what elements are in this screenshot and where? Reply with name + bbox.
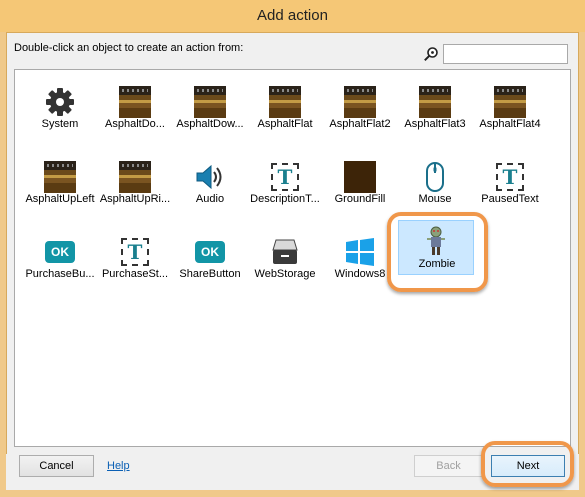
back-button: Back xyxy=(414,455,483,477)
asphalt-tile-icon xyxy=(44,161,76,193)
ground-fill-icon xyxy=(344,161,376,193)
storage-icon xyxy=(269,236,301,268)
object-tile-ground-fill[interactable]: GroundFill xyxy=(322,153,398,227)
object-label: AsphaltDo... xyxy=(105,118,165,130)
object-label: PurchaseSt... xyxy=(101,268,169,280)
object-tile-purchase-status[interactable]: T PurchaseSt... xyxy=(97,228,173,302)
object-label: Audio xyxy=(195,193,225,205)
gear-icon xyxy=(44,86,76,118)
object-label: AsphaltFlat2 xyxy=(329,118,391,130)
object-label: System xyxy=(41,118,79,130)
object-tile-system[interactable]: System xyxy=(22,78,98,152)
search-icon[interactable] xyxy=(423,46,439,62)
object-label: AsphaltFlat xyxy=(257,118,313,130)
asphalt-tile-icon xyxy=(419,86,451,118)
object-label: AsphaltDow... xyxy=(176,118,244,130)
speaker-icon xyxy=(194,161,226,193)
object-tile-description-text[interactable]: T DescriptionT... xyxy=(247,153,323,227)
object-tile-web-storage[interactable]: WebStorage xyxy=(247,228,323,302)
object-label: AsphaltUpRi... xyxy=(99,193,171,205)
windows-logo-icon xyxy=(344,236,376,268)
help-link[interactable]: Help xyxy=(107,460,130,472)
object-label: DescriptionT... xyxy=(250,193,320,205)
object-tile-asphalt-down-2[interactable]: AsphaltDow... xyxy=(172,78,248,152)
object-tile-asphalt-flat4[interactable]: AsphaltFlat4 xyxy=(472,78,548,152)
text-object-icon: T xyxy=(269,161,301,193)
asphalt-tile-icon xyxy=(194,86,226,118)
object-tile-asphalt-flat[interactable]: AsphaltFlat xyxy=(247,78,323,152)
object-tile-asphalt-down[interactable]: AsphaltDo... xyxy=(97,78,173,152)
object-tile-asphalt-up-left[interactable]: AsphaltUpLeft xyxy=(22,153,98,227)
object-label: AsphaltFlat3 xyxy=(404,118,466,130)
object-tile-asphalt-flat2[interactable]: AsphaltFlat2 xyxy=(322,78,398,152)
window-title-bar: Add action xyxy=(0,0,585,32)
object-tile-audio[interactable]: Audio xyxy=(172,153,248,227)
object-label: Mouse xyxy=(418,193,452,205)
cancel-button[interactable]: Cancel xyxy=(19,455,94,477)
object-label: Zombie xyxy=(418,258,456,270)
object-tile-purchase-button[interactable]: OK PurchaseBu... xyxy=(22,228,98,302)
instruction-text: Double-click an object to create an acti… xyxy=(14,42,244,54)
next-button[interactable]: Next xyxy=(491,455,565,477)
mouse-icon xyxy=(419,161,451,193)
asphalt-tile-icon xyxy=(344,86,376,118)
object-label: GroundFill xyxy=(334,193,386,205)
object-list: System AsphaltDo... AsphaltDow... Asphal… xyxy=(14,69,571,447)
object-label: WebStorage xyxy=(254,268,316,280)
ok-button-icon: OK xyxy=(194,236,226,268)
object-label: AsphaltUpLeft xyxy=(25,193,95,205)
window-title: Add action xyxy=(257,7,328,24)
text-object-icon: T xyxy=(494,161,526,193)
object-tile-asphalt-up-right[interactable]: AsphaltUpRi... xyxy=(97,153,173,227)
zombie-sprite-icon xyxy=(420,225,452,257)
object-label: ShareButton xyxy=(179,268,241,280)
ok-button-icon: OK xyxy=(44,236,76,268)
object-label: Windows8 xyxy=(334,268,386,280)
object-label: PurchaseBu... xyxy=(25,268,95,280)
object-tile-zombie[interactable]: Zombie xyxy=(398,220,474,275)
object-label: PausedText xyxy=(481,193,539,205)
object-tile-windows8[interactable]: Windows8 xyxy=(322,228,398,302)
asphalt-tile-icon xyxy=(269,86,301,118)
asphalt-tile-icon xyxy=(119,161,151,193)
object-tile-asphalt-flat3[interactable]: AsphaltFlat3 xyxy=(397,78,473,152)
asphalt-tile-icon xyxy=(494,86,526,118)
object-label: AsphaltFlat4 xyxy=(479,118,541,130)
object-tile-share-button[interactable]: OK ShareButton xyxy=(172,228,248,302)
search-input[interactable] xyxy=(443,44,568,64)
object-tile-paused-text[interactable]: T PausedText xyxy=(472,153,548,227)
asphalt-tile-icon xyxy=(119,86,151,118)
text-object-icon: T xyxy=(119,236,151,268)
object-tile-mouse[interactable]: Mouse xyxy=(397,153,473,227)
